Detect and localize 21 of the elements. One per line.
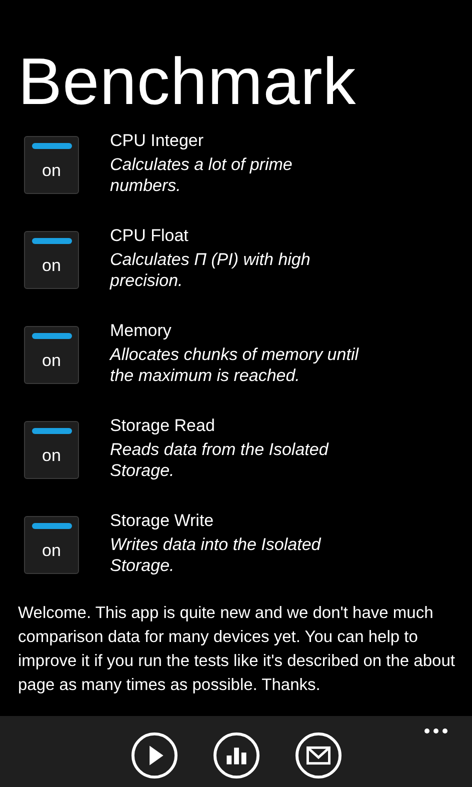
test-name: Memory [110,320,172,341]
toggle-button[interactable]: on [24,516,79,574]
more-icon[interactable] [424,728,448,734]
toggle-button[interactable]: on [24,421,79,479]
test-name: Storage Read [110,415,216,436]
test-description: Allocates chunks of memory until the maximum is reached. [110,344,360,386]
test-description: Writes data into the Isolated Storage. [110,534,322,576]
toggle-button[interactable]: on [24,326,79,384]
mail-icon[interactable] [295,732,342,779]
play-icon[interactable] [131,732,178,779]
test-name: Storage Write [110,510,215,531]
welcome-text: Welcome. This app is quite new and we don't have much comparison data for many devices yet. You can help to improve it if you run the tests like it's described on the about page as many times as possible. Thanks. [18,603,456,696]
test-description: Reads data from the Isolated Storage. [110,439,330,481]
toggle-button[interactable]: on [24,231,79,289]
test-name: CPU Float [110,225,190,246]
test-description: Calculates Π (PI) with high precision. [110,249,312,291]
test-name: CPU Integer [110,130,205,151]
page-title: Benchmark [18,46,358,116]
chart-icon[interactable] [213,732,260,779]
toggle-button[interactable]: on [24,136,79,194]
test-description: Calculates a lot of prime numbers. [110,154,294,196]
